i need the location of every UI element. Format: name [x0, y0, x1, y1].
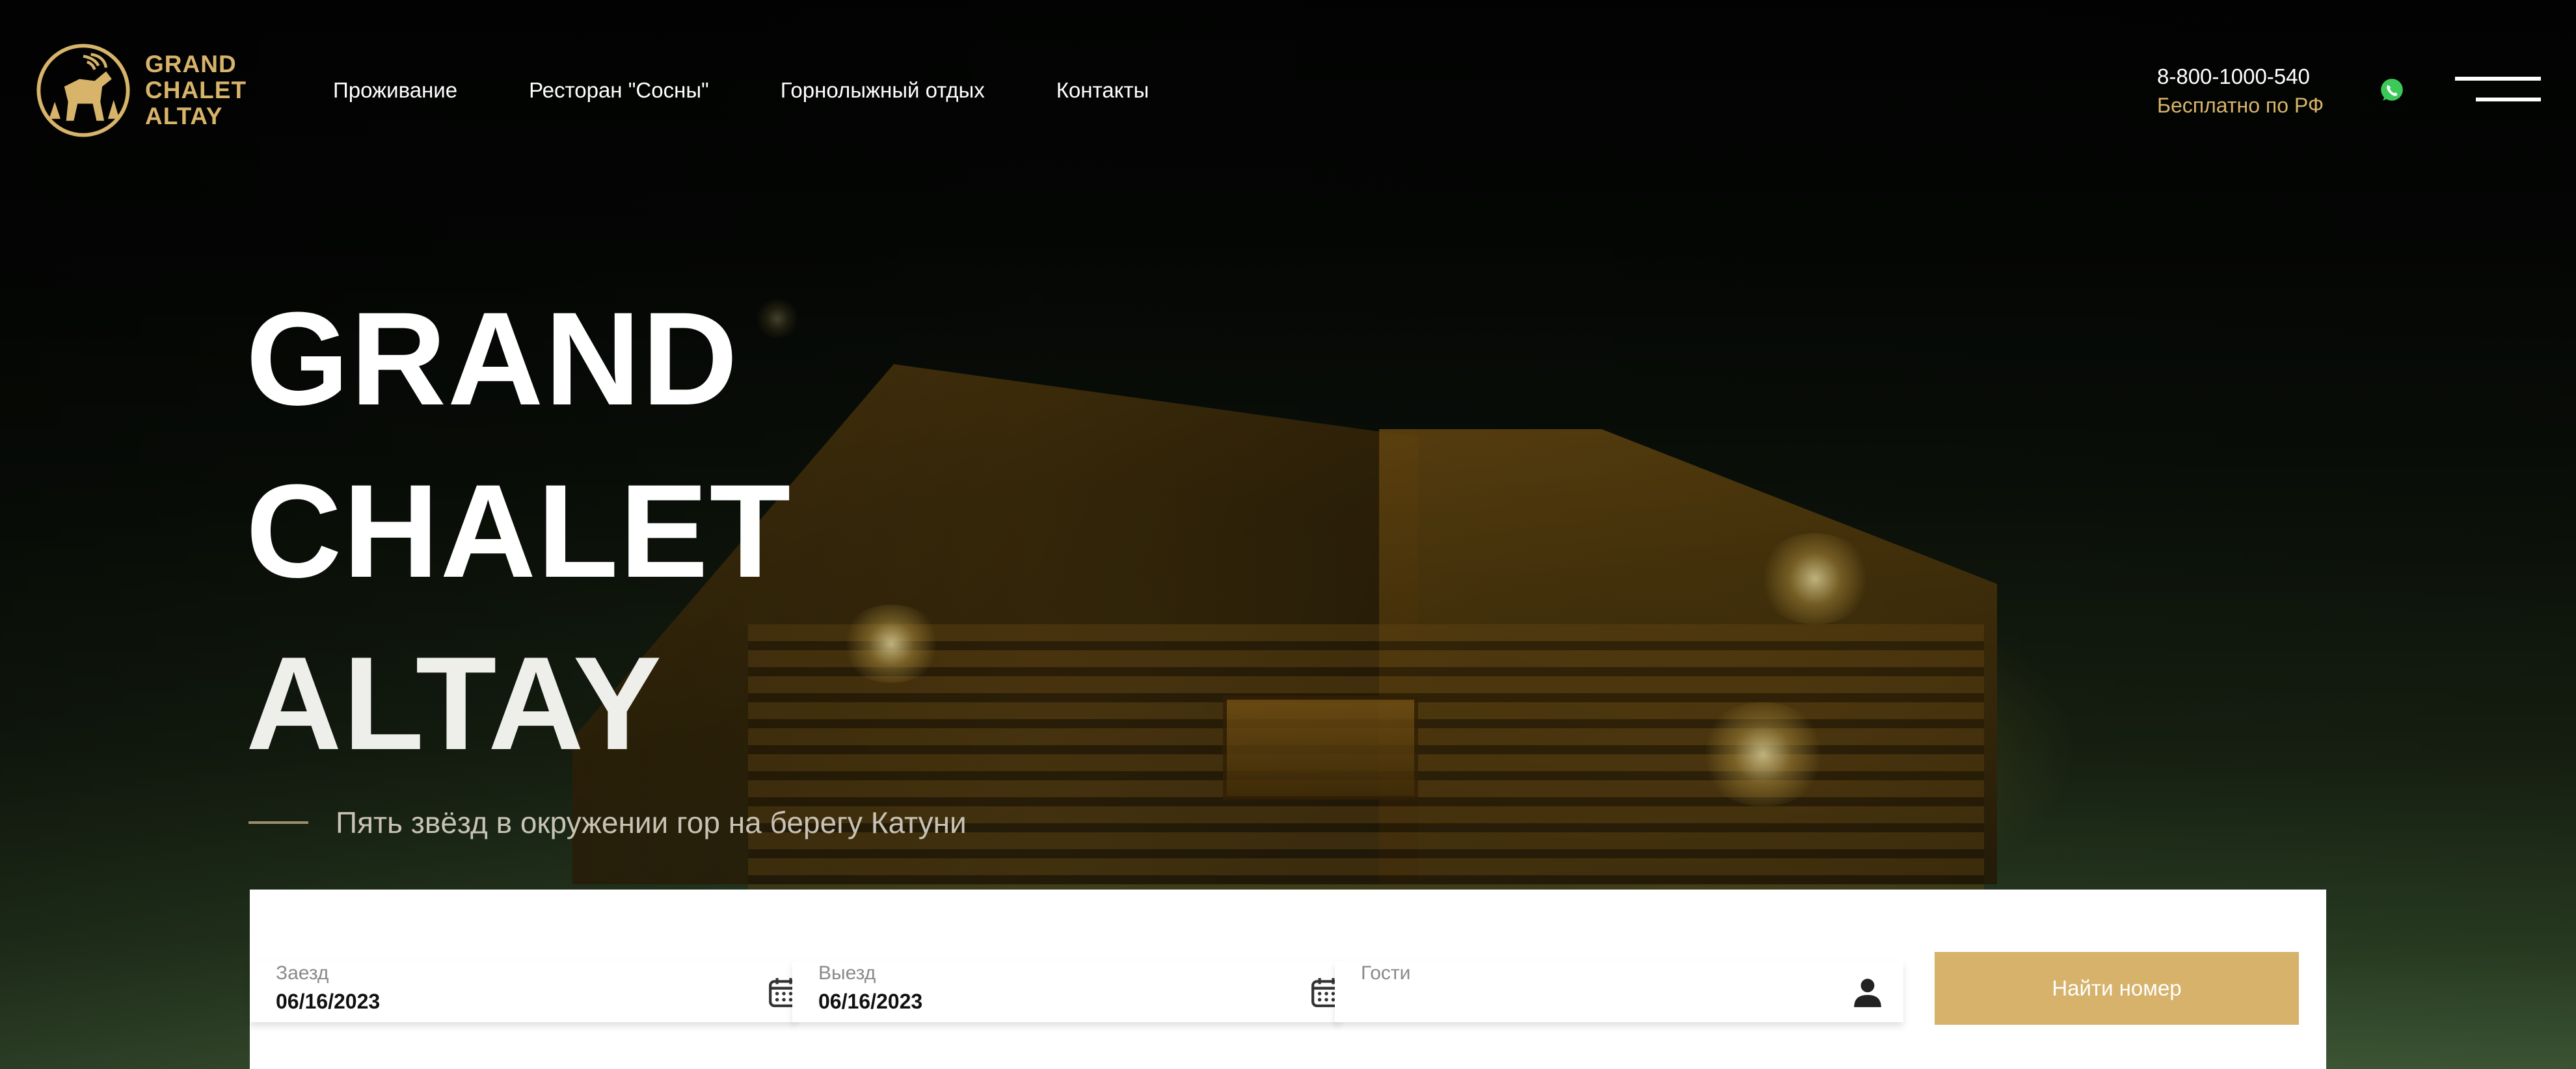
- person-icon[interactable]: [1851, 975, 1884, 1009]
- hero-title-line: CHALET: [246, 457, 792, 605]
- checkout-value[interactable]: 06/16/2023: [818, 990, 922, 1014]
- find-room-button[interactable]: Найти номер: [1935, 952, 2299, 1025]
- logo-line: ALTAY: [145, 103, 223, 129]
- logo-text: GRAND CHALET ALTAY: [145, 51, 247, 129]
- logo-line: CHALET: [145, 77, 247, 103]
- checkin-value[interactable]: 06/16/2023: [276, 990, 380, 1014]
- logo[interactable]: GRAND CHALET ALTAY: [36, 43, 247, 138]
- hamburger-menu-icon[interactable]: [2455, 77, 2541, 105]
- hero-title-line: ALTAY: [246, 629, 663, 778]
- nav-item-accommodation[interactable]: Проживание: [333, 78, 457, 103]
- checkin-label: Заезд: [276, 962, 329, 984]
- checkout-field[interactable]: Выезд 06/16/2023: [792, 961, 1341, 1022]
- deer-emblem-icon: [36, 44, 130, 137]
- phone-note: Бесплатно по РФ: [2157, 94, 2324, 117]
- subtitle-divider: [248, 821, 308, 824]
- guests-field[interactable]: Гости: [1335, 961, 1903, 1022]
- phone-number[interactable]: 8-800-1000-540: [2157, 62, 2372, 91]
- main-nav: Проживание Ресторан "Сосны" Горнолыжный …: [333, 78, 1220, 103]
- hero-title-line: GRAND: [246, 285, 739, 433]
- whatsapp-icon[interactable]: [2378, 77, 2406, 104]
- nav-item-restaurant[interactable]: Ресторан "Сосны": [529, 78, 709, 103]
- booking-form: Заезд 06/16/2023 Выезд 06/16/2023 Гости: [250, 890, 2326, 1069]
- site-header: GRAND CHALET ALTAY Проживание Ресторан "…: [0, 0, 2576, 156]
- checkin-field[interactable]: Заезд 06/16/2023: [250, 961, 799, 1022]
- phone-block: 8-800-1000-540 Бесплатно по РФ: [2157, 62, 2372, 120]
- checkout-label: Выезд: [818, 962, 876, 984]
- hero-title: GRAND CHALET ALTAY: [246, 273, 1157, 790]
- subtitle-text: Пять звёзд в окружении гор на берегу Кат…: [336, 806, 967, 839]
- logo-line: GRAND: [145, 51, 237, 77]
- nav-item-ski[interactable]: Горнолыжный отдых: [781, 78, 985, 103]
- guests-label: Гости: [1361, 962, 1411, 984]
- nav-item-contacts[interactable]: Контакты: [1056, 78, 1149, 103]
- hero-subtitle: Пять звёзд в окружении гор на берегу Кат…: [248, 805, 967, 840]
